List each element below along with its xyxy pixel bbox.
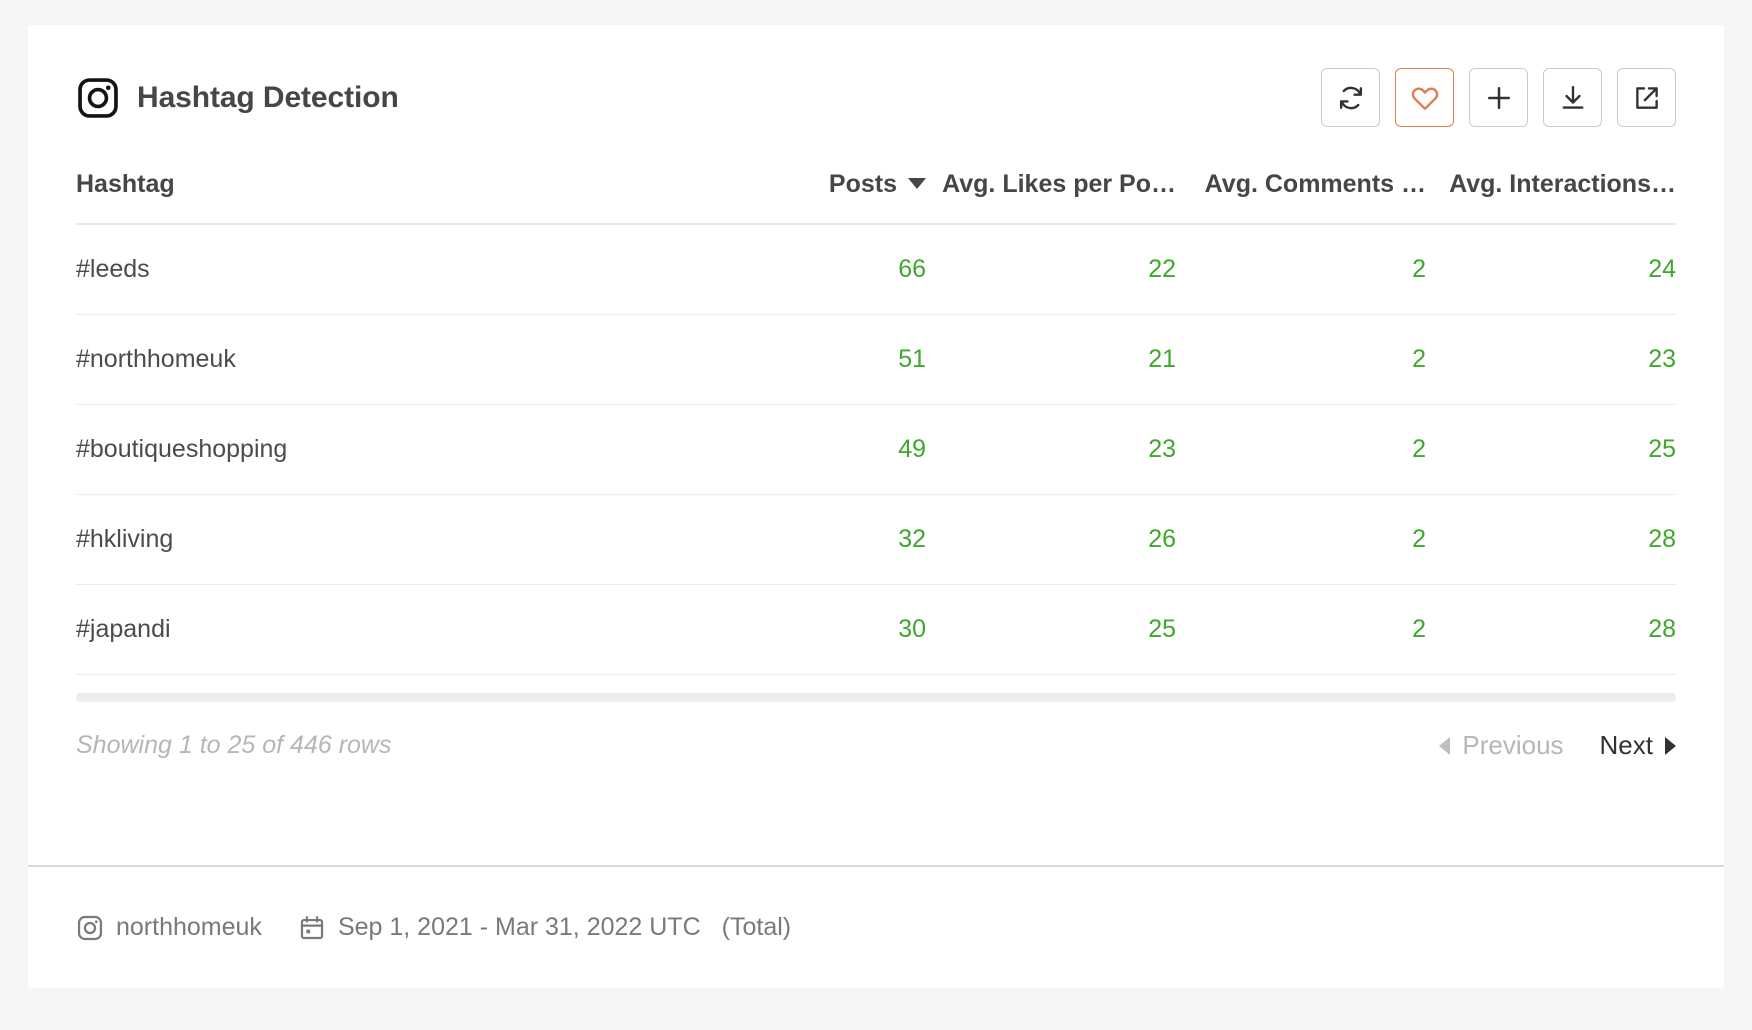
column-header-avg-interactions[interactable]: Avg. Interactions…	[1426, 170, 1676, 225]
chevron-right-icon	[1665, 736, 1676, 755]
external-link-icon	[1632, 83, 1662, 113]
table-header-row: Hashtag Posts Avg. Likes per Po… Avg. Co…	[76, 170, 1676, 225]
cell-hashtag: #leeds	[76, 224, 676, 315]
next-page-label: Next	[1599, 730, 1653, 760]
column-label: Hashtag	[76, 170, 175, 198]
next-page-button[interactable]: Next	[1600, 730, 1676, 761]
cell-posts: 32	[676, 494, 926, 585]
cell-avg-interactions: 25	[1426, 404, 1676, 495]
chevron-left-icon	[1439, 736, 1451, 755]
instagram-icon	[76, 76, 120, 120]
cell-avg-comments: 2	[1176, 404, 1426, 495]
download-button[interactable]	[1543, 68, 1602, 127]
table-row[interactable]: #hkliving 32 26 2 28	[76, 494, 1676, 585]
widget-header: Hashtag Detection	[28, 25, 1724, 130]
cell-posts: 51	[676, 314, 926, 405]
plus-icon	[1484, 83, 1514, 113]
cell-avg-likes: 26	[926, 494, 1176, 585]
column-header-avg-comments[interactable]: Avg. Comments …	[1176, 170, 1426, 225]
heart-icon	[1410, 83, 1440, 113]
table-horizontal-scrollbar[interactable]	[76, 693, 1676, 702]
cell-avg-comments: 2	[1176, 314, 1426, 405]
widget-title-group: Hashtag Detection	[76, 76, 399, 120]
cell-hashtag: #japandi	[76, 584, 676, 675]
column-label: Avg. Interactions…	[1449, 170, 1676, 198]
cell-posts: 49	[676, 404, 926, 495]
pagination-bar: Showing 1 to 25 of 446 rows Previous Nex…	[28, 702, 1724, 761]
table-row[interactable]: #leeds 66 22 2 24	[76, 224, 1676, 315]
add-button[interactable]	[1469, 68, 1528, 127]
table-row[interactable]: #boutiqueshopping 49 23 2 25	[76, 404, 1676, 495]
cell-posts: 30	[676, 584, 926, 675]
row-count-status: Showing 1 to 25 of 446 rows	[76, 731, 392, 759]
column-header-hashtag[interactable]: Hashtag	[76, 170, 676, 225]
previous-page-button[interactable]: Previous	[1439, 730, 1564, 761]
column-label: Posts	[828, 170, 897, 198]
previous-page-label: Previous	[1462, 730, 1564, 760]
cell-avg-likes: 21	[926, 314, 1176, 405]
footer-aggregation-label: (Total)	[721, 913, 792, 941]
column-label: Avg. Likes per Po…	[942, 170, 1176, 198]
cell-avg-comments: 2	[1176, 224, 1426, 315]
refresh-button[interactable]	[1321, 68, 1380, 127]
cell-posts: 66	[676, 224, 926, 315]
hashtag-detection-widget: Hashtag Detection Hashtag Posts Avg. Lik…	[28, 25, 1724, 988]
hashtag-table-container: Hashtag Posts Avg. Likes per Po… Avg. Co…	[28, 170, 1724, 675]
open-external-button[interactable]	[1617, 68, 1676, 127]
cell-avg-likes: 25	[926, 584, 1176, 675]
sort-descending-icon	[908, 177, 926, 189]
download-icon	[1558, 83, 1588, 113]
cell-avg-likes: 22	[926, 224, 1176, 315]
cell-avg-comments: 2	[1176, 494, 1426, 585]
instagram-icon	[76, 914, 104, 942]
cell-avg-likes: 23	[926, 404, 1176, 495]
cell-avg-interactions: 28	[1426, 494, 1676, 585]
pagination-controls: Previous Next	[1439, 730, 1676, 761]
cell-avg-interactions: 23	[1426, 314, 1676, 405]
footer-date-range-label: Sep 1, 2021 - Mar 31, 2022 UTC	[337, 913, 701, 941]
table-row[interactable]: #northhomeuk 51 21 2 23	[76, 314, 1676, 405]
favorite-button[interactable]	[1395, 68, 1454, 127]
footer-profile-name: northhomeuk	[116, 913, 262, 941]
cell-hashtag: #hkliving	[76, 494, 676, 585]
cell-hashtag: #boutiqueshopping	[76, 404, 676, 495]
cell-avg-interactions: 28	[1426, 584, 1676, 675]
hashtag-table: Hashtag Posts Avg. Likes per Po… Avg. Co…	[76, 170, 1676, 675]
table-row[interactable]: #japandi 30 25 2 28	[76, 584, 1676, 675]
footer-date-range: Sep 1, 2021 - Mar 31, 2022 UTC (Total)	[298, 913, 791, 942]
refresh-icon	[1336, 83, 1366, 113]
column-header-avg-likes[interactable]: Avg. Likes per Po…	[926, 170, 1176, 225]
column-header-posts[interactable]: Posts	[676, 170, 926, 225]
table-header: Hashtag Posts Avg. Likes per Po… Avg. Co…	[76, 170, 1676, 225]
table-body: #leeds 66 22 2 24 #northhomeuk 51 21 2 2…	[76, 224, 1676, 675]
widget-toolbar	[1321, 68, 1676, 127]
cell-hashtag: #northhomeuk	[76, 314, 676, 405]
widget-footer: northhomeuk Sep 1, 2021 - Mar 31, 2022 U…	[28, 867, 1724, 988]
cell-avg-interactions: 24	[1426, 224, 1676, 315]
cell-avg-comments: 2	[1176, 584, 1426, 675]
footer-profile: northhomeuk	[76, 913, 262, 942]
calendar-icon	[298, 914, 326, 942]
column-label: Avg. Comments …	[1204, 170, 1426, 198]
page-title: Hashtag Detection	[137, 80, 399, 114]
